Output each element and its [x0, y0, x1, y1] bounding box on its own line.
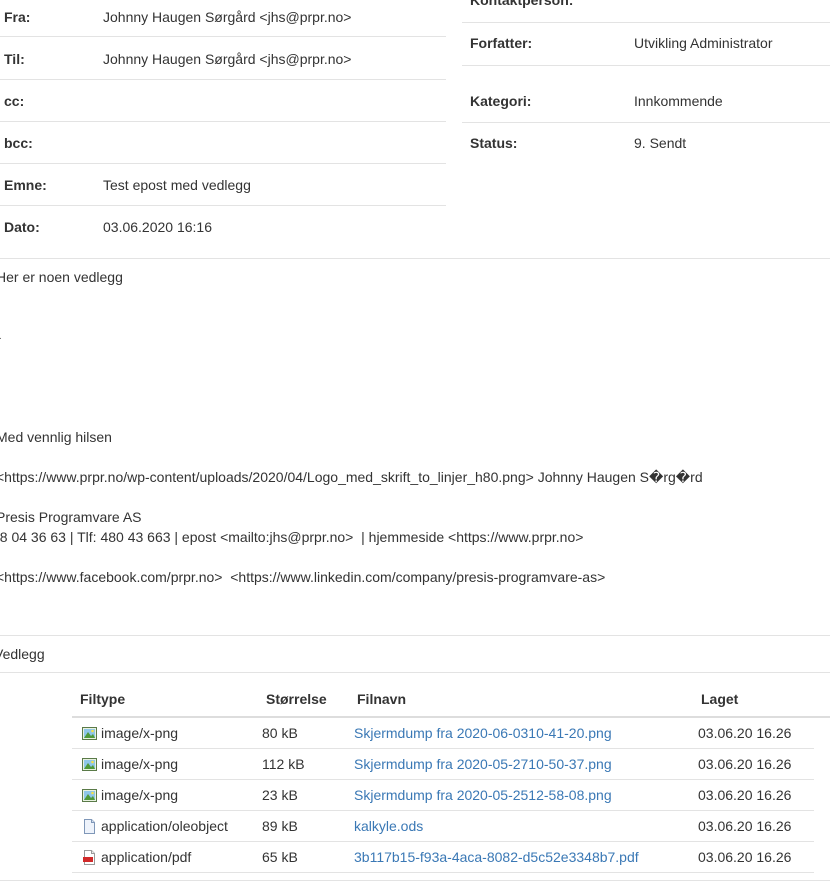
- type-text: application/oleobject: [101, 818, 228, 834]
- body-divider: [0, 635, 830, 636]
- attachments-title: Vedlegg: [0, 646, 45, 662]
- filename-link[interactable]: kalkyle.ods: [354, 811, 423, 842]
- category-row: Kategori: Innkommende: [462, 80, 830, 122]
- category-label: Kategori:: [470, 93, 532, 109]
- attachments-header-row: Filtype Størrelse Filnavn Laget: [72, 680, 830, 718]
- size-cell: 80 kB: [262, 725, 298, 741]
- status-label: Status:: [470, 135, 518, 151]
- created-cell: 03.06.20 16.26: [698, 818, 792, 834]
- column-header-size[interactable]: Størrelse: [266, 680, 327, 718]
- date-value: 03.06.2020 16:16: [103, 219, 212, 235]
- table-row[interactable]: application/oleobject 89 kB kalkyle.ods …: [72, 811, 814, 842]
- table-row[interactable]: application/pdf 65 kB 3b117b15-f93a-4aca…: [72, 842, 814, 873]
- document-icon: [84, 819, 95, 834]
- date-row: Dato: 03.06.2020 16:16: [0, 206, 446, 248]
- image-icon: [82, 789, 97, 802]
- subject-row: Emne: Test epost med vedlegg: [0, 164, 446, 206]
- type-text: image/x-png: [101, 756, 179, 772]
- type-text: image/x-png: [101, 787, 179, 803]
- created-cell: 03.06.20 16.26: [698, 756, 792, 772]
- body-line: Her er noen vedlegg: [0, 269, 123, 285]
- header-divider: [0, 258, 830, 259]
- image-icon: [82, 758, 97, 771]
- created-cell: 03.06.20 16.26: [698, 849, 792, 865]
- date-label: Dato:: [4, 219, 40, 235]
- status-value: 9. Sendt: [634, 135, 687, 151]
- size-cell: 65 kB: [262, 849, 298, 865]
- size-cell: 23 kB: [262, 787, 298, 803]
- filename-link[interactable]: Skjermdump fra 2020-05-2710-50-37.png: [354, 749, 612, 780]
- subject-label: Emne:: [4, 177, 47, 193]
- body-line: 48 04 36 63 | Tlf: 480 43 663 | epost <m…: [0, 529, 584, 545]
- size-cell: 112 kB: [262, 756, 305, 772]
- attachments-divider: [0, 672, 830, 673]
- cc-label: cc:: [4, 93, 25, 109]
- to-value: Johnny Haugen Sørgård <jhs@prpr.no>: [103, 51, 352, 67]
- attachments-bottom-divider: [0, 880, 830, 881]
- contact-person-row: Kontaktperson:: [462, 0, 830, 21]
- bcc-label: bcc:: [4, 135, 33, 151]
- from-row: Fra: Johnny Haugen Sørgård <jhs@prpr.no>: [0, 0, 446, 37]
- contact-person-label: Kontaktperson:: [470, 0, 574, 8]
- size-cell: 89 kB: [262, 818, 298, 834]
- body-line: <https://www.prpr.no/wp-content/uploads/…: [0, 469, 703, 485]
- created-cell: 03.06.20 16.26: [698, 725, 792, 741]
- type-text: application/pdf: [101, 849, 192, 865]
- subject-value: Test epost med vedlegg: [103, 177, 251, 193]
- column-header-name[interactable]: Filnavn: [357, 680, 406, 718]
- cc-row: cc:: [0, 80, 446, 122]
- author-label: Forfatter:: [470, 35, 533, 51]
- status-row: Status: 9. Sendt: [462, 122, 830, 164]
- to-label: Til:: [4, 51, 25, 67]
- body-line: Presis Programvare AS: [0, 509, 142, 525]
- bcc-row: bcc:: [0, 122, 446, 164]
- from-value: Johnny Haugen Sørgård <jhs@prpr.no>: [103, 9, 352, 25]
- body-line: --: [0, 327, 1, 347]
- category-value: Innkommende: [634, 93, 723, 109]
- column-header-type[interactable]: Filtype: [80, 680, 125, 718]
- filename-link[interactable]: Skjermdump fra 2020-05-2512-58-08.png: [354, 780, 612, 811]
- created-cell: 03.06.20 16.26: [698, 787, 792, 803]
- type-text: image/x-png: [101, 725, 179, 741]
- body-line: <https://www.facebook.com/prpr.no> <http…: [0, 569, 606, 585]
- image-icon: [82, 727, 97, 740]
- pdf-icon: [83, 850, 95, 865]
- to-row: Til: Johnny Haugen Sørgård <jhs@prpr.no>: [0, 38, 446, 80]
- column-header-created[interactable]: Laget: [701, 680, 738, 718]
- filename-link[interactable]: Skjermdump fra 2020-06-0310-41-20.png: [354, 718, 612, 749]
- from-label: Fra:: [4, 9, 31, 25]
- divider: [462, 65, 830, 66]
- filename-link[interactable]: 3b117b15-f93a-4aca-8082-d5c52e3348b7.pdf: [354, 842, 639, 873]
- table-row[interactable]: image/x-png 112 kB Skjermdump fra 2020-0…: [72, 749, 814, 780]
- table-row[interactable]: image/x-png 23 kB Skjermdump fra 2020-05…: [72, 780, 814, 811]
- table-row[interactable]: image/x-png 80 kB Skjermdump fra 2020-06…: [72, 718, 814, 749]
- author-row: Forfatter: Utvikling Administrator: [462, 22, 830, 64]
- author-value: Utvikling Administrator: [634, 35, 773, 51]
- body-line: Med vennlig hilsen: [0, 429, 112, 445]
